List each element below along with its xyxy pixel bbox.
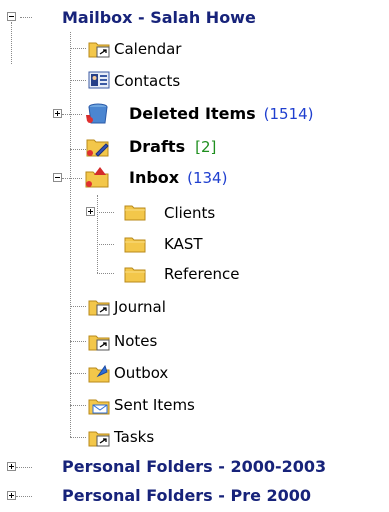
- personal-folders-pre-2000-expand-toggle[interactable]: [7, 491, 16, 500]
- unread-count: (1514): [263, 105, 314, 123]
- personal-folders-2000-2003[interactable]: Personal Folders - 2000-2003: [62, 451, 326, 483]
- folder-item-inbox[interactable]: Inbox (134): [129, 162, 227, 194]
- folder-label: Sent Items: [114, 396, 195, 414]
- journal-folder-icon: [88, 295, 110, 317]
- tree-line: [97, 195, 98, 273]
- mailbox-root[interactable]: Mailbox - Salah Howe: [62, 2, 256, 34]
- mailbox-label: Mailbox - Salah Howe: [62, 8, 256, 27]
- tree-line: [70, 306, 86, 307]
- tree-line: [62, 178, 82, 179]
- sent-items-icon: [88, 394, 110, 416]
- folder-item-calendar[interactable]: Calendar: [114, 33, 181, 65]
- folder-item-clients[interactable]: Clients: [164, 197, 215, 229]
- tree-line: [70, 405, 86, 406]
- tasks-folder-icon: [88, 426, 110, 448]
- tree-line: [70, 373, 86, 374]
- folder-item-deleted-items[interactable]: Deleted Items (1514): [129, 98, 314, 130]
- folder-icon: [124, 201, 146, 223]
- folder-label: Inbox: [129, 168, 180, 187]
- tree-line: [16, 467, 32, 468]
- personal-folders-label: Personal Folders - Pre 2000: [62, 486, 312, 505]
- draft-count: [2]: [195, 138, 217, 156]
- tree-line: [70, 80, 86, 81]
- folder-item-outbox[interactable]: Outbox: [114, 357, 168, 389]
- tree-line: [97, 244, 114, 245]
- folder-label: Journal: [114, 298, 166, 316]
- tree-line: [70, 32, 71, 437]
- tree-line: [70, 48, 86, 49]
- folder-item-notes[interactable]: Notes: [114, 325, 157, 357]
- folder-item-reference[interactable]: Reference: [164, 258, 240, 290]
- personal-folders-2000-2003-expand-toggle[interactable]: [7, 462, 16, 471]
- deleted-items-icon: [84, 101, 110, 127]
- folder-item-contacts[interactable]: Contacts: [114, 65, 180, 97]
- mailbox-collapse-toggle[interactable]: [7, 12, 16, 21]
- deleted-items-expand-toggle[interactable]: [53, 109, 62, 118]
- tree-line: [70, 437, 86, 438]
- folder-label: Reference: [164, 265, 240, 283]
- outbox-icon: [88, 362, 110, 384]
- notes-folder-icon: [88, 330, 110, 352]
- inbox-collapse-toggle[interactable]: [53, 173, 62, 182]
- personal-folders-label: Personal Folders - 2000-2003: [62, 457, 327, 476]
- tree-line: [97, 273, 114, 274]
- folder-label: KAST: [164, 235, 203, 253]
- tree-line: [70, 149, 86, 150]
- folder-item-tasks[interactable]: Tasks: [114, 421, 154, 453]
- folder-icon: [124, 263, 146, 285]
- folder-label: Drafts: [129, 137, 186, 156]
- tree-line: [62, 114, 82, 115]
- folder-icon: [124, 233, 146, 255]
- personal-folders-pre-2000[interactable]: Personal Folders - Pre 2000: [62, 480, 311, 512]
- folder-item-journal[interactable]: Journal: [114, 291, 166, 323]
- tree-line: [11, 22, 12, 64]
- contacts-icon: [88, 69, 110, 91]
- drafts-icon: [86, 134, 110, 158]
- folder-item-drafts[interactable]: Drafts [2]: [129, 131, 216, 163]
- tree-line: [97, 212, 114, 213]
- folder-label: Contacts: [114, 72, 181, 90]
- folder-label: Outbox: [114, 364, 169, 382]
- tree-line: [16, 496, 32, 497]
- clients-expand-toggle[interactable]: [86, 207, 95, 216]
- folder-label: Tasks: [114, 428, 155, 446]
- calendar-folder-icon: [88, 37, 110, 59]
- folder-label: Calendar: [114, 40, 182, 58]
- folder-label: Deleted Items: [129, 104, 256, 123]
- inbox-icon: [84, 165, 110, 189]
- tree-line: [70, 341, 86, 342]
- folder-label: Clients: [164, 204, 216, 222]
- tree-line: [20, 17, 32, 18]
- folder-item-sent-items[interactable]: Sent Items: [114, 389, 195, 421]
- unread-count: (134): [187, 169, 228, 187]
- folder-label: Notes: [114, 332, 158, 350]
- folder-item-kast[interactable]: KAST: [164, 228, 203, 260]
